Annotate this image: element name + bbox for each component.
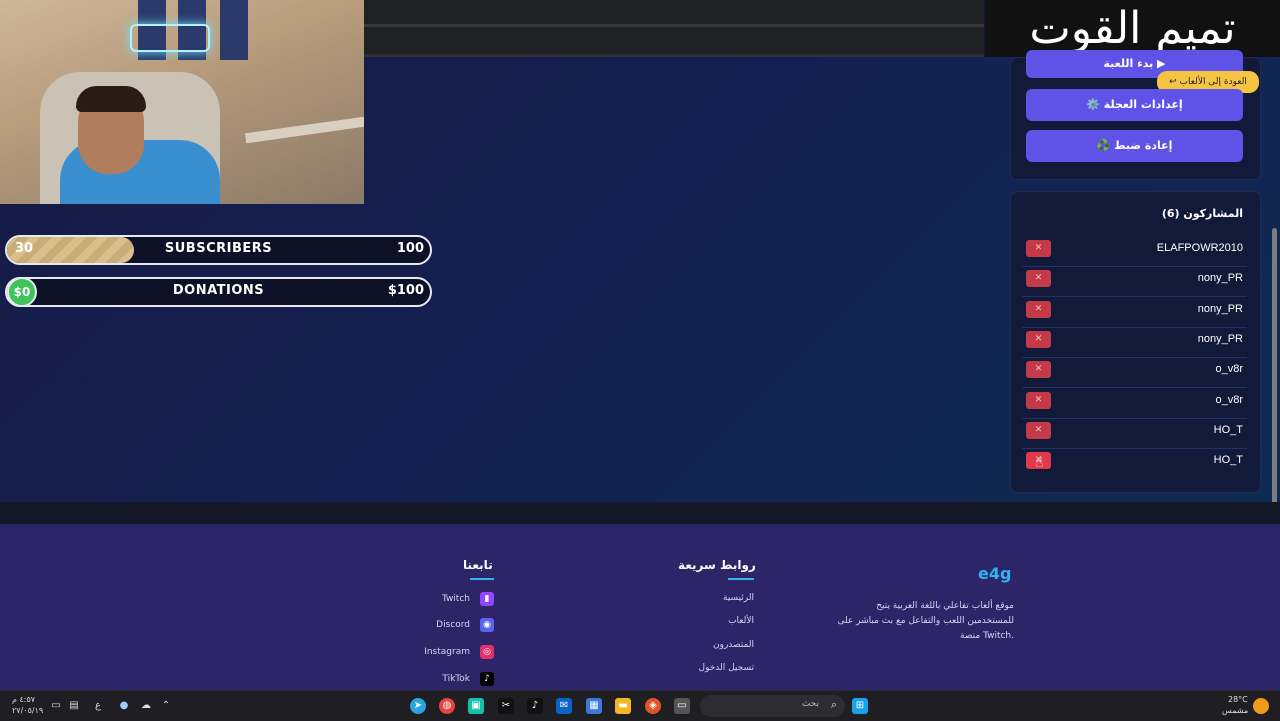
remove-participant-button[interactable]: ✕	[1026, 392, 1051, 409]
app-icon[interactable]: ▣	[468, 698, 484, 714]
participant-name: HO_T	[1213, 424, 1243, 436]
onedrive-icon[interactable]: ☁	[138, 698, 154, 714]
reset-button[interactable]: ♻️ إعادة ضبط	[1026, 130, 1243, 162]
streamer-name-overlay: تميم القوت	[985, 0, 1280, 57]
follow-us-underline	[470, 578, 494, 580]
sun-icon[interactable]	[1253, 698, 1269, 714]
donations-label: DONATIONS	[172, 283, 265, 298]
social-link-tiktok[interactable]: TikTok	[442, 674, 470, 684]
remove-participant-button[interactable]: ✕	[1026, 301, 1051, 318]
participant-row: ✕ HO_T	[1022, 448, 1247, 478]
chevron-up-icon[interactable]: ⌃	[158, 698, 174, 714]
participant-row: ✕ ELAFPOWR2010	[1022, 236, 1247, 267]
windows-start-icon[interactable]: ⊞	[852, 698, 868, 714]
participant-row: ✕ nony_PR	[1022, 266, 1247, 297]
clock-time[interactable]: ٤:٥٧ م	[12, 695, 35, 704]
twitch-icon[interactable]: ▮	[480, 592, 494, 606]
quick-links-underline	[728, 578, 754, 580]
remove-participant-button[interactable]: ✕	[1026, 331, 1051, 348]
chrome-icon[interactable]: ◍	[439, 698, 455, 714]
social-link-twitch[interactable]: Twitch	[442, 594, 470, 604]
footer-brand[interactable]: e4g	[978, 564, 1011, 583]
social-link-instagram[interactable]: Instagram	[424, 647, 470, 657]
follow-us-title: تابعنا	[463, 558, 493, 572]
remove-participant-button[interactable]: ✕	[1026, 361, 1051, 378]
remove-participant-button[interactable]: ✕	[1026, 240, 1051, 257]
store-icon[interactable]: ▦	[586, 698, 602, 714]
network-icon[interactable]: ▤	[66, 698, 82, 714]
donations-goal: $100	[387, 283, 424, 298]
browser-top-bar	[364, 0, 984, 57]
participant-name: ELAFPOWR2010	[1156, 242, 1243, 254]
participant-row: ✕ nony_PR	[1022, 297, 1247, 328]
footer-link-games[interactable]: الألعاب	[728, 616, 754, 626]
participant-name: o_v8r	[1215, 363, 1243, 375]
subscribers-goal-bar: 30 SUBSCRIBERS 100	[5, 235, 432, 265]
search-icon: ⌕	[830, 698, 837, 711]
remove-participant-button[interactable]: ✕	[1026, 422, 1051, 439]
wheel-settings-button[interactable]: ⚙️ إعدادات العجلة	[1026, 89, 1243, 121]
donations-goal-bar: $0 DONATIONS $100	[5, 277, 432, 307]
participant-name: nony_PR	[1197, 303, 1243, 315]
taskbar-search[interactable]: بحث ⌕	[700, 695, 845, 717]
footer-description: موقع ألعاب تفاعلي باللغة العربية يتيح لل…	[837, 601, 1014, 641]
tiktok-app-icon[interactable]: ♪	[527, 698, 543, 714]
webcam-feed	[0, 0, 364, 204]
footer-link-home[interactable]: الرئيسية	[723, 593, 754, 603]
search-placeholder: بحث	[801, 699, 819, 709]
site-footer: e4g موقع ألعاب تفاعلي باللغة العربية يتي…	[0, 524, 1280, 690]
section-divider	[0, 502, 1280, 524]
telegram-icon[interactable]: ➤	[410, 698, 426, 714]
remove-participant-button[interactable]: ✕	[1026, 270, 1051, 287]
task-view-icon[interactable]: ▭	[674, 698, 690, 714]
quick-links-title: روابط سريعة	[678, 558, 756, 572]
capcut-icon[interactable]: ✂	[498, 698, 514, 714]
participants-title: المشاركون (6)	[1161, 207, 1243, 220]
participant-name: HO_T	[1213, 454, 1243, 466]
participant-row: ✕ HO_T	[1022, 418, 1247, 449]
participant-name: nony_PR	[1197, 272, 1243, 284]
participant-row: ✕ o_v8r	[1022, 357, 1247, 388]
tiktok-icon[interactable]: ♪	[480, 672, 494, 686]
brave-icon[interactable]: ◈	[645, 698, 661, 714]
participant-name: o_v8r	[1215, 394, 1243, 406]
participant-row: ✕ nony_PR	[1022, 327, 1247, 358]
outlook-icon[interactable]: ✉	[556, 698, 572, 714]
participant-name: nony_PR	[1197, 333, 1243, 345]
folder-icon[interactable]: ▬	[615, 698, 631, 714]
windows-taskbar: ٤:٥٧ م ٢٧/٠٥/١٩ ▭ ▤ ع ● ☁ ⌃ ➤ ◍ ▣ ✂ ♪ ✉ …	[0, 690, 1280, 721]
mouse-cursor-icon: ☝	[1035, 455, 1044, 471]
footer-link-login[interactable]: تسجيل الدخول	[699, 663, 754, 673]
clock-date[interactable]: ٢٧/٠٥/١٩	[12, 706, 43, 715]
weather-text[interactable]: مشمس	[1222, 706, 1248, 715]
instagram-icon[interactable]: ◎	[480, 645, 494, 659]
social-link-discord[interactable]: Discord	[436, 620, 470, 630]
microphone-icon[interactable]: ●	[116, 698, 132, 714]
notifications-icon[interactable]: ▭	[48, 698, 64, 714]
weather-temp[interactable]: 28°C	[1228, 695, 1248, 704]
discord-icon[interactable]: ◉	[480, 618, 494, 632]
neon-sign	[130, 24, 210, 52]
subscribers-goal: 100	[396, 241, 424, 256]
language-indicator[interactable]: ع	[90, 698, 106, 714]
footer-link-leaderboard[interactable]: المتصدرون	[713, 640, 754, 650]
microphone-arm	[244, 116, 364, 144]
subscribers-label: SUBSCRIBERS	[164, 241, 273, 256]
participant-row: ✕ o_v8r	[1022, 388, 1247, 419]
